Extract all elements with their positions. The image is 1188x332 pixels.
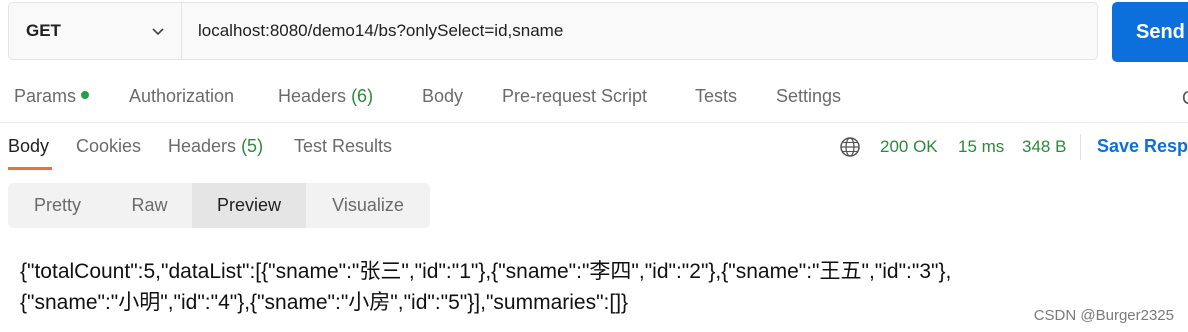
globe-icon[interactable]	[839, 136, 861, 158]
tab-response-headers[interactable]: Headers (5)	[168, 136, 263, 157]
send-button[interactable]: Send	[1112, 2, 1188, 62]
view-preview-button[interactable]: Preview	[192, 183, 306, 228]
tab-test-results[interactable]: Test Results	[294, 136, 392, 157]
response-size[interactable]: 348 B	[1022, 137, 1066, 157]
tab-response-cookies[interactable]: Cookies	[76, 136, 141, 157]
tab-tests[interactable]: Tests	[695, 86, 737, 107]
view-raw-button[interactable]: Raw	[107, 183, 192, 228]
tab-label: Params	[14, 86, 77, 106]
view-visualize-button[interactable]: Visualize	[306, 183, 430, 228]
status-code[interactable]: 200 OK	[880, 137, 938, 157]
response-body-preview: {"totalCount":5,"dataList":[{"sname":"张三…	[20, 256, 1180, 318]
request-bar: GET Send	[8, 2, 1188, 62]
tab-authorization[interactable]: Authorization	[129, 86, 234, 107]
response-headers-count: (5)	[241, 136, 264, 156]
tab-pre-request-script[interactable]: Pre-request Script	[502, 86, 647, 107]
url-input[interactable]	[182, 3, 1097, 59]
preview-line: {"totalCount":5,"dataList":[{"sname":"张三…	[20, 260, 952, 283]
preview-line: {"sname":"小明","id":"4"},{"sname":"小房","i…	[20, 291, 629, 314]
tab-label: Test Results	[294, 136, 393, 156]
tab-label: Headers	[278, 86, 347, 106]
active-tab-indicator	[8, 167, 52, 170]
tab-label: Settings	[776, 86, 842, 106]
tab-label: Pre-request Script	[502, 86, 648, 106]
request-input-group: GET	[8, 2, 1098, 60]
divider	[1080, 134, 1081, 160]
cookies-link-icon[interactable]: C	[1182, 88, 1188, 109]
params-active-dot	[81, 91, 90, 99]
response-tabs: Body Cookies Headers (5) Test Results 20…	[0, 126, 1188, 174]
headers-count: (6)	[351, 86, 374, 106]
tab-settings[interactable]: Settings	[776, 86, 841, 107]
view-pretty-button[interactable]: Pretty	[8, 183, 107, 228]
tab-label: Body	[422, 86, 464, 106]
save-response-button[interactable]: Save Response	[1097, 136, 1188, 157]
tab-label: Tests	[695, 86, 738, 106]
method-label: GET	[26, 21, 61, 40]
tab-label: Authorization	[129, 86, 235, 106]
response-time[interactable]: 15 ms	[958, 137, 1004, 157]
method-select[interactable]: GET	[9, 3, 182, 59]
chevron-down-icon	[152, 28, 164, 36]
tab-label: Body	[8, 136, 50, 156]
request-tabs: Params Authorization Headers (6) Body Pr…	[0, 74, 1188, 123]
tab-headers[interactable]: Headers (6)	[278, 86, 373, 107]
tab-params[interactable]: Params	[14, 86, 90, 107]
tab-label: Cookies	[76, 136, 142, 156]
tab-body[interactable]: Body	[422, 86, 463, 107]
tab-response-body[interactable]: Body	[8, 136, 49, 157]
view-mode-switch: Pretty Raw Preview Visualize	[8, 183, 430, 228]
watermark: CSDN @Burger2325	[1033, 307, 1174, 324]
tab-label: Headers	[168, 136, 237, 156]
